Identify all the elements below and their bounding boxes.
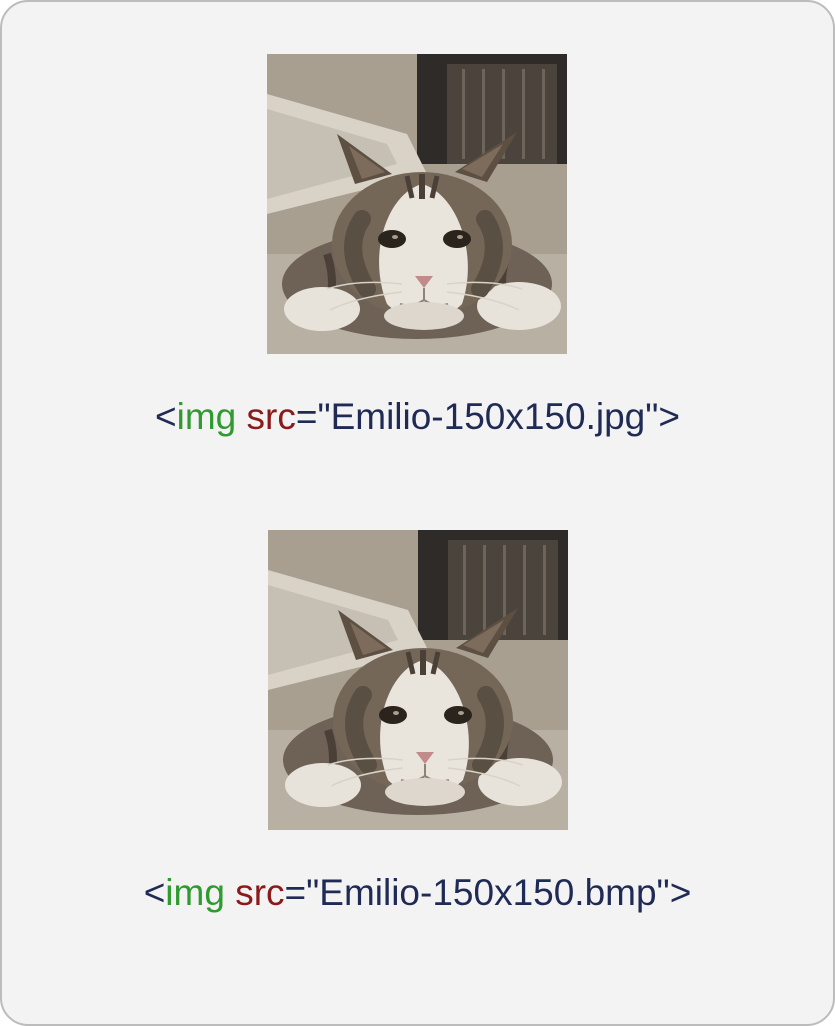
code-example-1: <img src="Emilio-150x150.jpg">	[155, 396, 680, 438]
code-tag: img	[165, 872, 225, 913]
code-punct: >	[670, 872, 692, 913]
example-1: <img src="Emilio-150x150.jpg">	[155, 54, 680, 500]
code-value: "Emilio-150x150.jpg"	[317, 396, 658, 437]
code-punct: <	[155, 396, 177, 437]
code-equals: =	[285, 872, 307, 913]
example-image-2	[268, 530, 568, 830]
code-space	[236, 396, 246, 437]
code-attr: src	[247, 396, 296, 437]
code-equals: =	[296, 396, 318, 437]
code-punct: >	[658, 396, 680, 437]
example-card: <img src="Emilio-150x150.jpg">	[0, 0, 835, 1026]
code-space	[225, 872, 235, 913]
example-image-1	[267, 54, 567, 354]
code-value: "Emilio-150x150.bmp"	[306, 872, 670, 913]
code-tag: img	[177, 396, 237, 437]
code-example-2: <img src="Emilio-150x150.bmp">	[144, 872, 692, 914]
code-attr: src	[235, 872, 284, 913]
code-punct: <	[144, 872, 166, 913]
example-2: <img src="Emilio-150x150.bmp">	[144, 530, 692, 976]
